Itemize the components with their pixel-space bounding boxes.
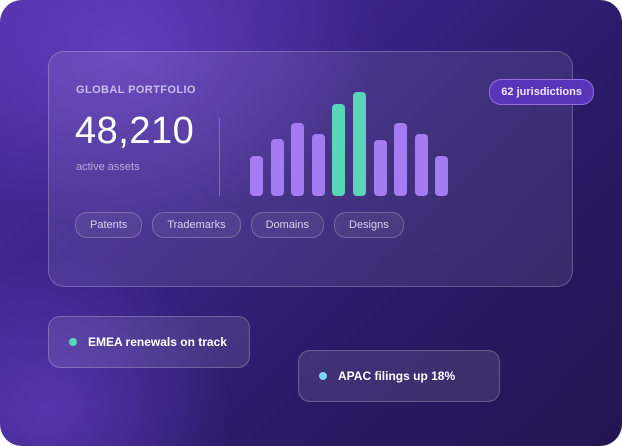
chart-bar [373,140,387,196]
asset-bar-chart [250,92,455,196]
chip-trademarks[interactable]: Trademarks [152,212,241,238]
chart-bar [414,134,428,196]
chip-patents[interactable]: Patents [75,212,143,238]
divider [219,118,220,196]
emea-status-toast: EMEA renewals on track [48,316,250,368]
toast-text: EMEA renewals on track [88,335,227,349]
chart-bar [270,139,284,196]
status-dot-icon [69,338,77,346]
chart-bar [353,92,366,196]
chart-bar [291,123,305,196]
apac-status-toast: APAC filings up 18% [298,350,500,402]
chart-bar [332,104,346,196]
chart-bar [250,156,263,196]
status-dot-icon [319,372,327,380]
chart-bar [394,123,408,196]
asset-count-label: active assets [76,161,140,173]
hero-panel: GLOBAL PORTFOLIO 62 jurisdictions 48,210… [0,0,622,446]
toast-text: APAC filings up 18% [338,369,456,383]
chart-bar [435,156,449,196]
card-title: GLOBAL PORTFOLIO [76,84,196,96]
portfolio-card: GLOBAL PORTFOLIO 62 jurisdictions 48,210… [48,51,594,287]
chip-designs[interactable]: Designs [334,212,404,238]
chip-domains[interactable]: Domains [250,212,324,238]
jurisdictions-badge: 62 jurisdictions [489,79,594,105]
asset-count: 48,210 [75,110,195,152]
chart-bar [311,134,325,196]
asset-type-chips: Patents Trademarks Domains Designs [75,212,404,238]
